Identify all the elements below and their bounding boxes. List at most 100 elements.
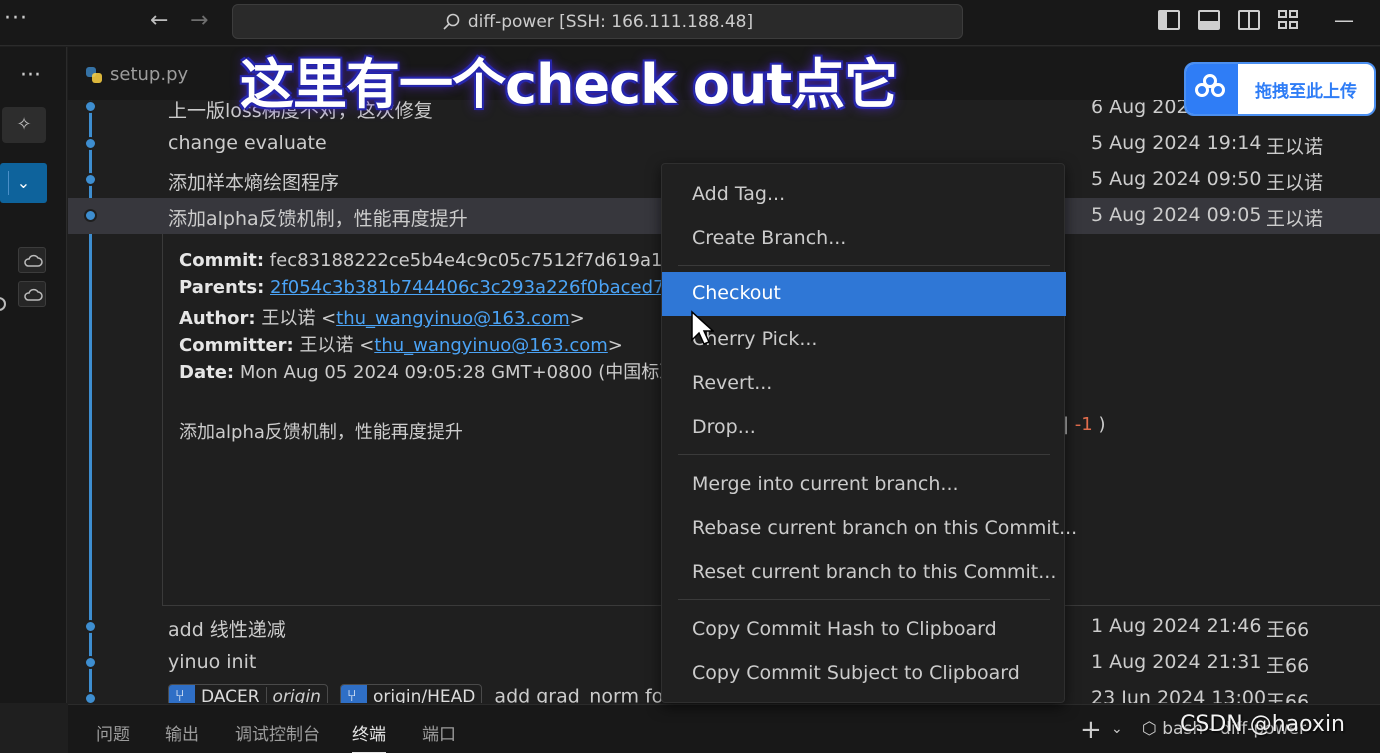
committer-email-link[interactable]: thu_wangyinuo@163.com (374, 335, 607, 356)
author-label: Author: (179, 308, 256, 329)
parent-hash-link[interactable]: 2f054c3b381b744406c3c293a226f0baced7c2b1 (270, 277, 709, 298)
branch-ref[interactable]: DACER origin (168, 684, 328, 703)
parents-label: Parents: (179, 277, 265, 298)
search-label: diff-power [SSH: 166.111.188.48] (467, 11, 754, 32)
menu-separator (678, 265, 1050, 266)
menu-item-rebase[interactable]: Rebase current branch on this Commit... (662, 507, 1077, 551)
terminal-icon: ⬡ (1142, 719, 1163, 739)
command-center-search[interactable]: diff-power [SSH: 166.111.188.48] (232, 4, 963, 39)
commit-date: 5 Aug 2024 19:14 (1091, 132, 1262, 154)
menu-item-label: Create Branch... (692, 227, 847, 249)
new-terminal-plus-icon[interactable]: + (1080, 715, 1102, 745)
commit-dot (84, 656, 97, 669)
commit-message: add 线性递减 (168, 619, 286, 641)
commit-author: 王66 (1266, 619, 1310, 641)
menu-item-label: Add Tag... (692, 183, 786, 205)
menu-item-label: Revert... (692, 372, 773, 394)
detail-parents: Parents: 2f054c3b381b744406c3c293a226f0b… (179, 277, 709, 298)
menu-item-drop[interactable]: Drop... (662, 406, 1066, 450)
commit-context-menu: Add Tag... Create Branch... Checkout Che… (661, 163, 1077, 703)
commit-dot (84, 100, 97, 113)
back-button[interactable]: ← (150, 8, 168, 33)
menu-item-create-branch[interactable]: Create Branch... (662, 217, 1066, 261)
menu-item-revert[interactable]: Revert... (662, 362, 1066, 406)
commit-dot (84, 692, 97, 703)
commit-author: 王以诺 (1266, 172, 1324, 194)
commit-author: 王以诺 (1266, 136, 1324, 158)
search-icon (443, 13, 460, 30)
tab-debug-console[interactable]: 调试控制台 (235, 720, 320, 745)
menu-separator (678, 599, 1050, 600)
commit-message: 添加alpha反馈机制，性能再度提升 (168, 208, 468, 230)
commit-author: 王以诺 (1266, 208, 1324, 230)
menu-item-label: Merge into current branch... (692, 473, 959, 495)
commit-dot (84, 137, 97, 150)
menu-item-copy-subject[interactable]: Copy Commit Subject to Clipboard (662, 652, 1066, 696)
toggle-panel-icon[interactable] (1198, 10, 1220, 30)
commit-row[interactable]: change evaluate 5 Aug 2024 19:14 王以诺 (68, 126, 1380, 162)
chevron-down-icon[interactable]: ⌄ (0, 163, 47, 203)
branch-icon (341, 685, 367, 703)
cloud-icon[interactable] (18, 247, 46, 273)
upload-drop-widget[interactable]: 拖拽至此上传 (1184, 62, 1376, 116)
toggle-secondary-sidebar-icon[interactable] (1238, 10, 1260, 30)
forward-button[interactable]: → (190, 8, 208, 33)
diff-stat: | -1 ) (1063, 414, 1106, 435)
menu-more-icon[interactable]: ··· (4, 6, 28, 31)
commit-dot (84, 620, 97, 633)
commit-author: 王66 (1266, 691, 1310, 703)
tab-problems[interactable]: 问题 (96, 720, 130, 745)
customize-layout-icon[interactable] (1278, 10, 1300, 30)
stat-deletions: -1 (1074, 414, 1093, 435)
author-email-link[interactable]: thu_wangyinuo@163.com (336, 308, 569, 329)
tab-setup-py[interactable]: setup.py (86, 47, 188, 102)
commit-hash[interactable]: fec83188222ce5b4e4c9c05c7512f7d619a13e82 (270, 250, 708, 271)
menu-separator (678, 454, 1050, 455)
python-file-icon (86, 66, 102, 83)
commit-author: 王66 (1266, 655, 1310, 677)
cloud-icon[interactable] (18, 281, 46, 307)
menu-item-copy-hash[interactable]: Copy Commit Hash to Clipboard (662, 608, 1066, 652)
baidu-cloud-icon (1186, 64, 1238, 114)
detail-author: Author: 王以诺 <thu_wangyinuo@163.com> (179, 304, 585, 330)
circle-icon[interactable] (0, 297, 6, 311)
detail-committer: Committer: 王以诺 <thu_wangyinuo@163.com> (179, 331, 623, 357)
commit-body: 添加alpha反馈机制，性能再度提升 (179, 422, 463, 443)
commit-date: 1 Aug 2024 21:31 (1091, 651, 1262, 673)
branch-icon (169, 685, 195, 703)
commit-date: 5 Aug 2024 09:05 (1091, 204, 1262, 226)
tab-ports[interactable]: 端口 (422, 720, 456, 745)
menu-item-label: Copy Commit Subject to Clipboard (692, 662, 1020, 684)
detail-date: Date: Mon Aug 05 2024 09:05:28 GMT+0800 … (179, 358, 720, 384)
menu-item-reset[interactable]: Reset current branch to this Commit... (662, 551, 1066, 595)
commit-message-with-refs: DACER origin origin/HEAD add grad_norm f… (168, 684, 690, 703)
commit-label: Commit: (179, 250, 265, 271)
upload-label: 拖拽至此上传 (1255, 81, 1357, 102)
chevron-down-icon[interactable]: ⌄ (1111, 721, 1123, 737)
menu-item-label: Rebase current branch on this Commit... (692, 517, 1078, 539)
side-bar: ··· ✧ ⌄ (0, 47, 67, 703)
commit-message: 添加样本熵绘图程序 (168, 172, 340, 194)
sparkle-icon[interactable]: ✧ (2, 107, 46, 143)
minimize-button[interactable]: — (1334, 8, 1354, 32)
committer-close: > (607, 335, 623, 356)
date-value: Mon Aug 05 2024 09:05:28 GMT+0800 (中国标准时… (239, 362, 721, 383)
commit-date: 23 Jun 2024 13:00 (1091, 687, 1267, 703)
menu-item-add-tag[interactable]: Add Tag... (662, 173, 1066, 217)
remote-name: origin (265, 687, 327, 703)
commit-date: 5 Aug 2024 09:50 (1091, 168, 1262, 190)
branch-ref[interactable]: origin/HEAD (340, 684, 483, 703)
video-caption: 这里有一个check out点它 (240, 53, 898, 116)
toggle-primary-sidebar-icon[interactable] (1158, 10, 1180, 30)
tab-terminal[interactable]: 终端 (352, 720, 386, 753)
sidebar-more-icon[interactable]: ··· (20, 63, 41, 88)
detail-commit: Commit: fec83188222ce5b4e4c9c05c7512f7d6… (179, 250, 708, 271)
menu-item-cherry-pick[interactable]: Cherry Pick... (662, 318, 1066, 362)
menu-item-label: Drop... (692, 416, 756, 438)
mouse-cursor-icon (691, 310, 714, 345)
tab-output[interactable]: 输出 (165, 720, 199, 745)
commit-message: yinuo init (168, 651, 257, 673)
author-close: > (569, 308, 585, 329)
menu-item-merge[interactable]: Merge into current branch... (662, 463, 1066, 507)
menu-item-checkout[interactable]: Checkout (662, 272, 1066, 316)
